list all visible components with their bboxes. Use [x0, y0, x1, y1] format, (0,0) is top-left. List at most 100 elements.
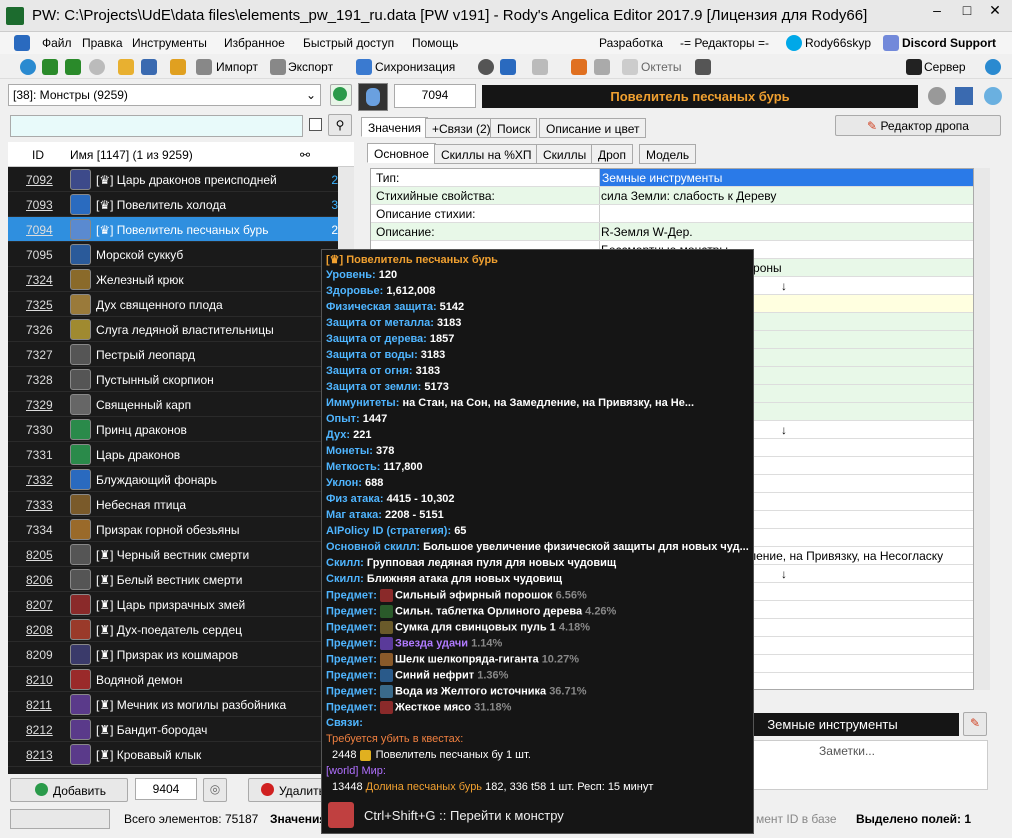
- row-id[interactable]: 7095: [26, 248, 66, 262]
- menu-discord[interactable]: Discord Support: [902, 36, 996, 50]
- row-id[interactable]: 8206: [26, 573, 66, 587]
- close-button[interactable]: ✕: [980, 0, 1010, 22]
- row-id[interactable]: 7325: [26, 298, 66, 312]
- menu-edit[interactable]: Правка: [82, 36, 123, 50]
- edit-pencil-button[interactable]: ✎: [963, 712, 987, 736]
- grid-value[interactable]: ↓: [781, 423, 787, 437]
- menu-skype[interactable]: Rody66skyp: [805, 36, 871, 50]
- clock-icon[interactable]: [478, 59, 494, 75]
- row-id[interactable]: 7331: [26, 448, 66, 462]
- col-name[interactable]: Имя [1147] (1 из 9259): [70, 148, 193, 162]
- list-item[interactable]: 7327Пестрый леопард0: [8, 342, 354, 367]
- grid-value[interactable]: сила Земли: слабость к Дереву: [601, 189, 776, 203]
- grid-scrollbar[interactable]: [974, 168, 990, 690]
- grid-value[interactable]: R-Земля W-Дер.: [601, 225, 693, 239]
- list-item[interactable]: 7325Дух священного плода31: [8, 292, 354, 317]
- record-icon[interactable]: [928, 87, 946, 105]
- server-button[interactable]: Сервер: [924, 60, 966, 74]
- tab-skills[interactable]: Скиллы: [536, 144, 594, 164]
- menu-help[interactable]: Помощь: [412, 36, 458, 50]
- list-item[interactable]: 8213[♜] Кровавый клык5: [8, 742, 354, 767]
- row-id[interactable]: 7334: [26, 523, 66, 537]
- list-item[interactable]: 7333Небесная птица5: [8, 492, 354, 517]
- sync-button[interactable]: Сихронизация: [375, 60, 455, 74]
- list-item[interactable]: 7331Царь драконов0: [8, 442, 354, 467]
- menu-quick-access[interactable]: Быстрый доступ: [303, 36, 394, 50]
- arrow-left-icon[interactable]: [42, 59, 58, 75]
- tab-main[interactable]: Основное: [367, 143, 436, 163]
- monster-id-field[interactable]: 7094: [394, 84, 476, 108]
- redo-icon[interactable]: [532, 59, 548, 75]
- row-id[interactable]: 7094: [26, 223, 66, 237]
- save-icon[interactable]: [141, 59, 157, 75]
- quantity-stepper[interactable]: 9404: [135, 778, 197, 800]
- grid-value[interactable]: ↓: [781, 567, 787, 581]
- list-item[interactable]: 7092 [♛] Царь драконов преисподней 2: [8, 167, 354, 192]
- tab-values[interactable]: Значения: [361, 117, 429, 137]
- row-id[interactable]: 8210: [26, 673, 66, 687]
- search-checkbox[interactable]: [309, 118, 322, 131]
- search-input[interactable]: [10, 115, 303, 137]
- row-id[interactable]: 8212: [26, 723, 66, 737]
- monitor-icon[interactable]: [14, 35, 30, 51]
- drop-editor-button[interactable]: ✎ Редактор дропа: [835, 115, 1001, 136]
- list-item[interactable]: 8206[♜] Белый вестник смерти6: [8, 567, 354, 592]
- download-button[interactable]: [330, 84, 352, 106]
- menu-file[interactable]: Файл: [42, 36, 72, 50]
- row-id[interactable]: 7093: [26, 198, 66, 212]
- arrow-right-icon[interactable]: [65, 59, 81, 75]
- menu-editors[interactable]: -= Редакторы =-: [680, 36, 769, 50]
- grid-row[interactable]: Тип: Земные инструменты: [371, 169, 973, 187]
- row-id[interactable]: 8205: [26, 548, 66, 562]
- maximize-button[interactable]: □: [952, 0, 982, 22]
- shield-icon[interactable]: [571, 59, 587, 75]
- octets-button[interactable]: Октеты: [641, 60, 681, 74]
- grid-row[interactable]: Описание стихии:: [371, 205, 973, 223]
- undo-icon[interactable]: [500, 59, 516, 75]
- list-item[interactable]: 7094 [♛] Повелитель песчаных бурь 2: [8, 217, 354, 242]
- list-item[interactable]: 7324Железный крюк60: [8, 267, 354, 292]
- grid-value[interactable]: ↓: [781, 279, 787, 293]
- list-item[interactable]: 8210Водяной демон6: [8, 667, 354, 692]
- list-item[interactable]: 8205[♜] Черный вестник смерти5: [8, 542, 354, 567]
- row-id[interactable]: 7327: [26, 348, 66, 362]
- grid-row[interactable]: Описание: R-Земля W-Дер.: [371, 223, 973, 241]
- menu-tools[interactable]: Инструменты: [132, 36, 207, 50]
- fingerprint-button[interactable]: ◎: [203, 778, 227, 802]
- row-id[interactable]: 7326: [26, 323, 66, 337]
- list-item[interactable]: 7326Слуга ледяной властительницы0: [8, 317, 354, 342]
- row-id[interactable]: 7329: [26, 398, 66, 412]
- row-id[interactable]: 7328: [26, 373, 66, 387]
- list-item[interactable]: 8208[♜] Дух-поедатель сердец10: [8, 617, 354, 642]
- grid-value[interactable]: Земные инструменты: [600, 169, 973, 186]
- delete-button[interactable]: Удалить: [248, 778, 325, 802]
- col-id[interactable]: ID: [32, 148, 44, 162]
- row-id[interactable]: 8207: [26, 598, 66, 612]
- shield-gray-icon[interactable]: [594, 59, 610, 75]
- search-button[interactable]: ⚲: [328, 114, 352, 136]
- list-item[interactable]: 7095Морской суккуб0: [8, 242, 354, 267]
- row-id[interactable]: 7092: [26, 173, 66, 187]
- refresh-icon[interactable]: [985, 59, 1001, 75]
- list-item[interactable]: 7332Блуждающий фонарь15: [8, 467, 354, 492]
- folder-icon[interactable]: [118, 59, 134, 75]
- list-item[interactable]: 7329Священный карп8: [8, 392, 354, 417]
- menu-dev[interactable]: Разработка: [599, 36, 663, 50]
- col-link[interactable]: ⚯: [300, 148, 310, 162]
- add-button[interactable]: Добавить: [10, 778, 128, 802]
- tab-links[interactable]: +Связи (2): [425, 118, 498, 138]
- menu-favorites[interactable]: Избранное: [224, 36, 285, 50]
- row-id[interactable]: 8209: [26, 648, 66, 662]
- row-id[interactable]: 7330: [26, 423, 66, 437]
- category-select[interactable]: [38]: Монстры (9259) ⌄: [8, 84, 321, 106]
- list-item[interactable]: 8211[♜] Мечник из могилы разбойника9: [8, 692, 354, 717]
- list-item[interactable]: 7093 [♛] Повелитель холода 3: [8, 192, 354, 217]
- row-id[interactable]: 7324: [26, 273, 66, 287]
- list-item[interactable]: 7334Призрак горной обезьяны0: [8, 517, 354, 542]
- row-id[interactable]: 8211: [26, 698, 66, 712]
- row-id[interactable]: 7333: [26, 498, 66, 512]
- lock-icon[interactable]: [170, 59, 186, 75]
- list-item[interactable]: 8212[♜] Бандит-бородач6: [8, 717, 354, 742]
- tools-icon[interactable]: [695, 59, 711, 75]
- row-id[interactable]: 8208: [26, 623, 66, 637]
